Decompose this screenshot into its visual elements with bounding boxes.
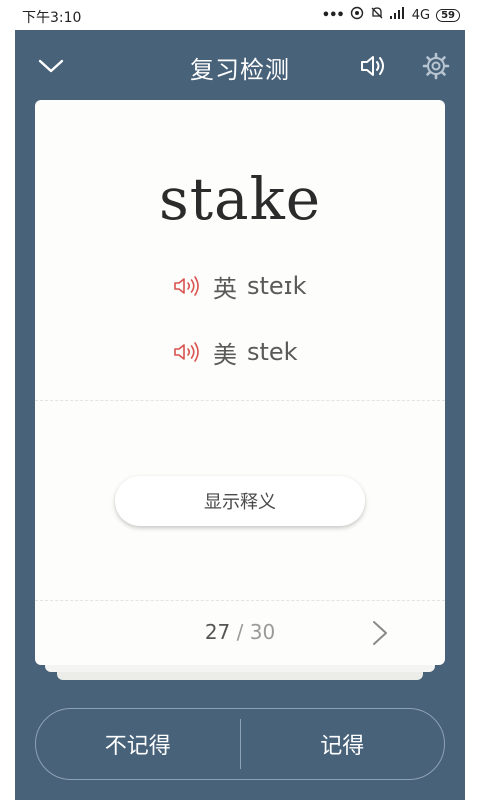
- review-panel: 复习检测 stake 英 steɪk 美 stek 显示释义 27 / 30 不…: [15, 30, 465, 800]
- progress-total: 30: [249, 620, 276, 644]
- forgot-button[interactable]: 不记得: [36, 709, 240, 779]
- speaker-icon: [174, 342, 199, 362]
- top-bar: 复习检测: [15, 30, 465, 102]
- us-label: 美: [213, 340, 237, 369]
- gear-icon: [422, 52, 450, 80]
- divider: [35, 600, 445, 601]
- us-phonetic: stek: [247, 338, 298, 366]
- status-bar: 下午3:10 ••• 4G 59: [0, 0, 480, 30]
- divider: [35, 400, 445, 401]
- page-title: 复习检测: [190, 56, 290, 84]
- battery-indicator: 59: [436, 8, 460, 22]
- uk-label: 英: [213, 274, 237, 303]
- word-card: stake 英 steɪk 美 stek 显示释义 27 / 30: [35, 100, 445, 665]
- more-dots-icon: •••: [321, 7, 345, 23]
- settings-button[interactable]: [422, 52, 450, 80]
- uk-pronunciation[interactable]: 英 steɪk: [173, 271, 307, 303]
- us-pronunciation[interactable]: 美 stek: [173, 337, 298, 369]
- signal-icon: [389, 7, 406, 23]
- speaker-icon: [174, 276, 199, 296]
- remember-button[interactable]: 记得: [241, 709, 445, 779]
- network-type: 4G: [411, 7, 431, 23]
- status-time: 下午3:10: [22, 10, 82, 26]
- progress-separator: /: [236, 620, 244, 644]
- answer-bar: 不记得 记得: [35, 708, 445, 780]
- next-card-button[interactable]: [367, 618, 393, 648]
- sound-toggle-button[interactable]: [359, 52, 387, 80]
- uk-phonetic: steɪk: [247, 272, 307, 300]
- progress-current: 27: [204, 620, 231, 644]
- hotspot-icon: [350, 6, 364, 24]
- show-meaning-button[interactable]: 显示释义: [115, 476, 365, 526]
- word-text: stake: [158, 165, 322, 233]
- speaker-icon: [361, 56, 384, 76]
- status-icons: ••• 4G 59: [322, 6, 460, 24]
- mute-bell-icon: [370, 6, 384, 24]
- chevron-right-icon: [373, 621, 387, 645]
